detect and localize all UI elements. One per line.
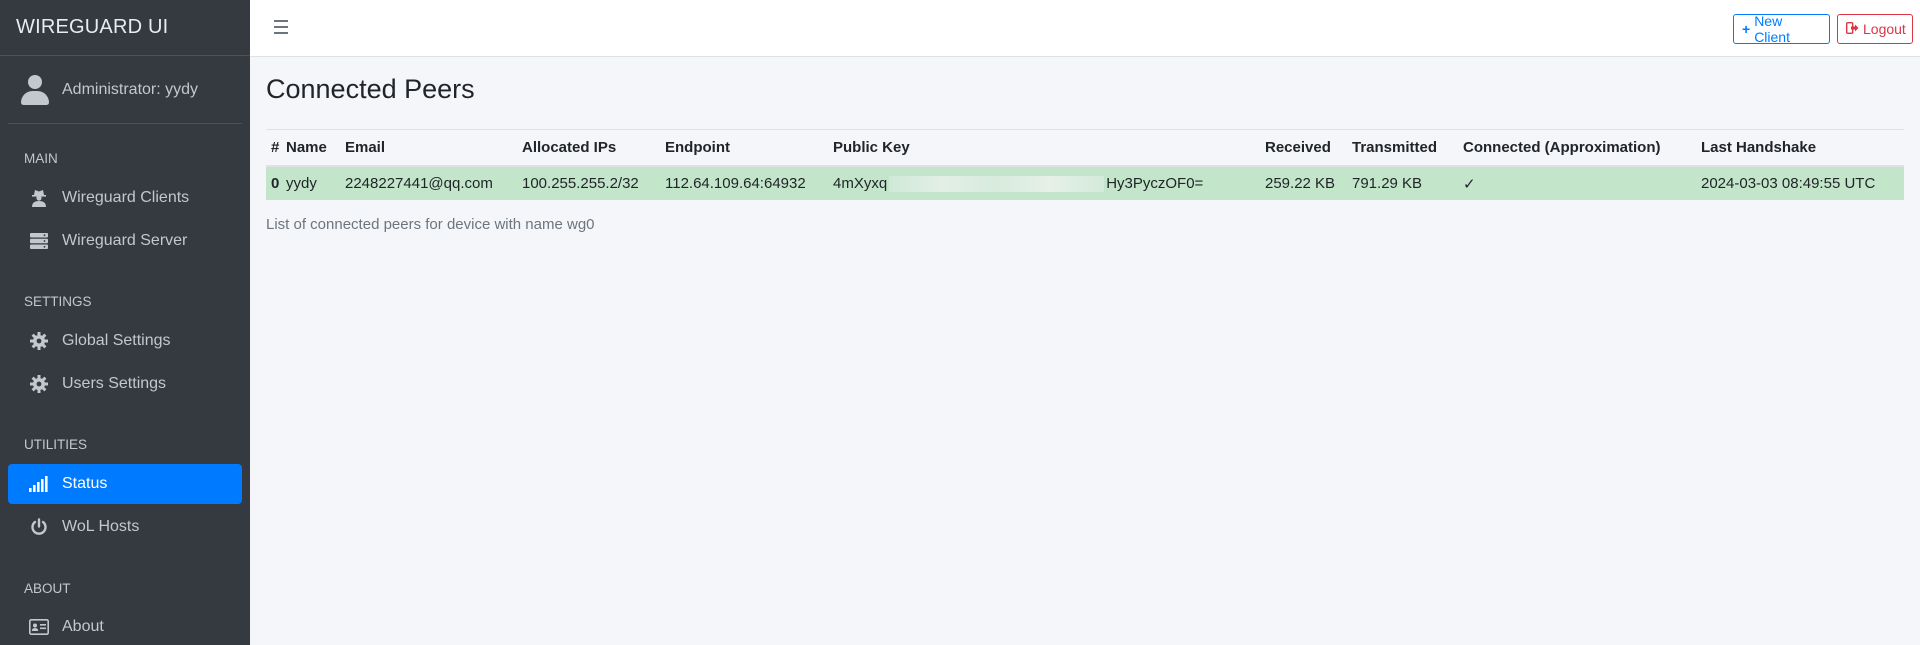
cell-connected-check-icon: ✓: [1463, 166, 1701, 200]
cell-index: 0: [266, 166, 286, 200]
table-header-row: # Name Email Allocated IPs Endpoint Publ…: [266, 130, 1904, 167]
column-header: Email: [345, 130, 522, 167]
sidebar-item-wireguard-clients[interactable]: Wireguard Clients: [8, 178, 242, 218]
new-client-label: New Client: [1754, 13, 1790, 45]
id-card-icon: [28, 617, 50, 637]
user-avatar-icon: [20, 73, 50, 107]
public-key-end: Hy3PyczOF0=: [1106, 174, 1204, 192]
sidebar-item-label: Global Settings: [62, 332, 171, 349]
cell-name: yydy: [286, 166, 345, 200]
top-navbar: + New Client Logout: [250, 0, 1920, 57]
cell-email: 2248227441@qq.com: [345, 166, 522, 200]
column-header: #: [266, 130, 286, 167]
logout-button[interactable]: Logout: [1837, 14, 1913, 44]
gear-icon: [28, 331, 50, 351]
cell-allocated-ips: 100.255.255.2/32: [522, 166, 665, 200]
sidebar-item-label: Wireguard Server: [62, 232, 188, 249]
cell-endpoint: 112.64.109.64:64932: [665, 166, 833, 200]
sidebar-item-wol-hosts[interactable]: WoL Hosts: [8, 507, 242, 547]
gear-icon: [28, 374, 50, 394]
sidebar: WIREGUARD UI Administrator: yydy MAIN Wi…: [0, 0, 250, 645]
user-secret-icon: [28, 188, 50, 208]
new-client-button[interactable]: + New Client: [1733, 13, 1830, 45]
public-key-start: 4mXyxq: [833, 174, 888, 192]
sidebar-item-label: Wireguard Clients: [62, 189, 190, 206]
column-header: Transmitted: [1352, 130, 1463, 167]
column-header: Endpoint: [665, 130, 833, 167]
cell-public-key: 4mXyxq Hy3PyczOF0=: [833, 166, 1265, 200]
table-row[interactable]: 0 yydy 2248227441@qq.com 100.255.255.2/3…: [266, 166, 1904, 200]
column-header: Last Handshake: [1701, 130, 1904, 167]
sidebar-item-label: WoL Hosts: [62, 518, 140, 535]
cell-received: 259.22 KB: [1265, 166, 1352, 200]
signal-icon: [28, 474, 50, 494]
user-name[interactable]: Administrator: yydy: [62, 81, 198, 99]
cell-transmitted: 791.29 KB: [1352, 166, 1463, 200]
column-header: Allocated IPs: [522, 130, 665, 167]
power-icon: [28, 517, 50, 537]
page-title: Connected Peers: [266, 74, 475, 104]
logout-label: Logout: [1863, 21, 1906, 37]
plus-icon: +: [1742, 21, 1751, 37]
sidebar-item-global-settings[interactable]: Global Settings: [8, 321, 242, 361]
nav-header-about: ABOUT: [24, 581, 71, 596]
sidebar-item-status[interactable]: Status: [8, 464, 242, 504]
redacted-key-mask: [889, 176, 1105, 193]
server-icon: [28, 231, 50, 251]
table-caption: List of connected peers for device with …: [266, 216, 595, 233]
sidebar-item-about[interactable]: About: [8, 607, 242, 645]
sidebar-item-label: About: [62, 618, 104, 635]
column-header: Received: [1265, 130, 1352, 167]
nav-header-utilities: UTILITIES: [24, 437, 88, 452]
peers-table: # Name Email Allocated IPs Endpoint Publ…: [266, 129, 1904, 200]
user-panel[interactable]: Administrator: yydy: [8, 56, 242, 124]
hamburger-menu-icon[interactable]: [274, 20, 288, 34]
cell-last-handshake: 2024-03-03 08:49:55 UTC: [1701, 166, 1904, 200]
sidebar-item-wireguard-server[interactable]: Wireguard Server: [8, 221, 242, 261]
sidebar-item-label: Users Settings: [62, 375, 167, 392]
sidebar-item-label: Status: [62, 475, 108, 492]
sidebar-item-users-settings[interactable]: Users Settings: [8, 364, 242, 404]
brand-title[interactable]: WIREGUARD UI: [0, 0, 250, 56]
column-header: Name: [286, 130, 345, 167]
sign-out-icon: [1845, 21, 1859, 37]
nav-header-settings: SETTINGS: [24, 294, 92, 309]
column-header: Public Key: [833, 130, 1265, 167]
nav-header-main: MAIN: [24, 151, 58, 166]
column-header: Connected (Approximation): [1463, 130, 1701, 167]
